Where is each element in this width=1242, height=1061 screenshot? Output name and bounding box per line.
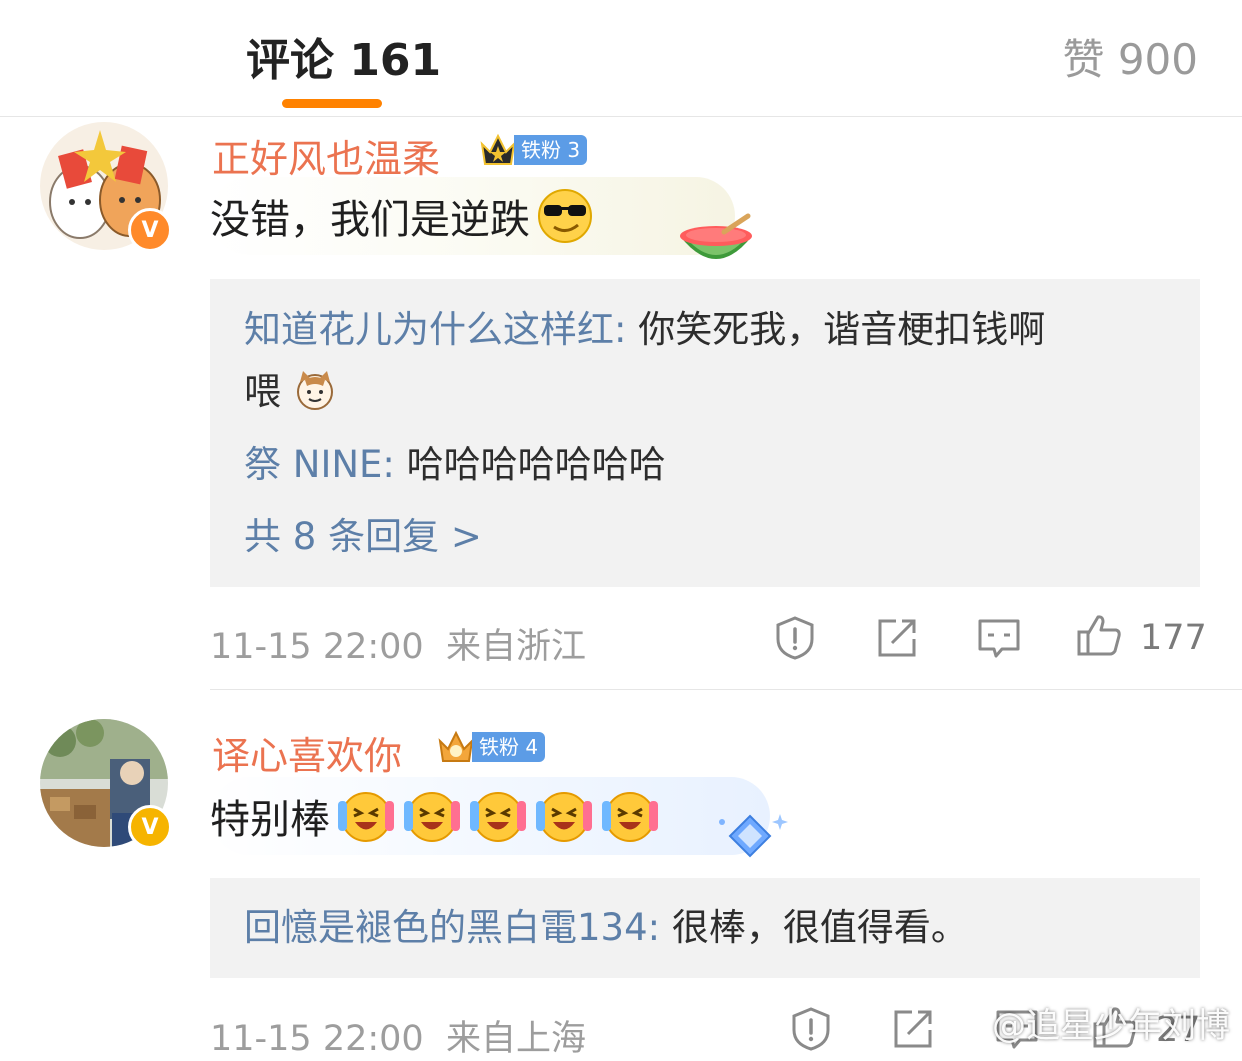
comment-username[interactable]: 正好风也温柔 (212, 128, 440, 183)
laughing-cry-emoji-icon (602, 792, 658, 842)
comment-text: 特别棒 (210, 797, 330, 843)
reply-text-cont: 喂 (244, 370, 281, 413)
reply-item[interactable]: 祭 NINE: 哈哈哈哈哈哈哈 (244, 436, 666, 494)
crown-icon (438, 730, 474, 762)
comment-bubble: 特别棒 (210, 777, 770, 855)
watermark: @追星少年刘博 (992, 1006, 1230, 1046)
reply-list[interactable]: 知道花儿为什么这样红: 你笑死我，谐音梗扣钱啊 喂 祭 NINE: 哈哈哈哈哈哈… (210, 279, 1200, 587)
cool-sunglasses-emoji-icon (538, 189, 592, 243)
comment-tabs-bar: 评论 161 赞 900 (0, 0, 1242, 117)
reply-item[interactable]: 知道花儿为什么这样红: 你笑死我，谐音梗扣钱啊 (244, 301, 1045, 359)
crown-icon (480, 133, 516, 165)
verified-badge-icon: V (128, 805, 172, 849)
comment-username[interactable]: 译心喜欢你 (212, 725, 402, 780)
reply-username[interactable]: 祭 NINE (244, 443, 382, 486)
reply-separator: : (382, 443, 407, 486)
laughing-cry-emoji-icon (338, 792, 394, 842)
like-thumb-icon[interactable] (1076, 612, 1122, 658)
tab-active-indicator (282, 99, 382, 108)
cat-face-emoji-icon (296, 371, 333, 410)
report-shield-icon[interactable] (788, 1006, 834, 1052)
report-shield-icon[interactable] (772, 615, 818, 661)
emoji-group (336, 787, 666, 845)
reply-username[interactable]: 回憶是褪色的黑白電134 (244, 906, 648, 949)
avatar[interactable]: V (40, 122, 172, 252)
fan-badge[interactable]: 铁粉 4 (436, 730, 546, 764)
share-icon[interactable] (874, 615, 920, 661)
comment-bubble: 没错，我们是逆跌 (210, 177, 735, 255)
reply-text: 哈哈哈哈哈哈哈 (406, 443, 666, 486)
fan-badge-label: 铁粉 3 (514, 135, 588, 165)
comment-time: 11-15 22:00 (210, 627, 424, 667)
diamond-icon (719, 814, 788, 858)
reply-item-continuation: 喂 (244, 363, 337, 421)
reply-username[interactable]: 知道花儿为什么这样红 (244, 308, 614, 351)
comment-location: 来自浙江 (445, 627, 586, 667)
comment-meta: 11-15 22:00 来自上海 (210, 1010, 586, 1061)
reply-separator: : (614, 308, 639, 351)
reply-text: 很棒，很值得看。 (671, 906, 968, 949)
reply-item[interactable]: 回憶是褪色的黑白電134: 很棒，很值得看。 (244, 899, 968, 957)
comment-divider (210, 689, 1242, 690)
reply-list[interactable]: 回憶是褪色的黑白電134: 很棒，很值得看。 (210, 878, 1200, 978)
comment-time: 11-15 22:00 (210, 1019, 424, 1059)
view-more-replies-link[interactable]: 共 8 条回复 > (244, 508, 482, 566)
verified-badge-icon: V (128, 208, 172, 252)
comment-meta: 11-15 22:00 来自浙江 (210, 618, 586, 669)
avatar[interactable]: V (40, 719, 172, 849)
comment-location: 来自上海 (445, 1019, 586, 1059)
fan-badge-label: 铁粉 4 (472, 732, 546, 762)
tab-comments[interactable]: 评论 161 (246, 24, 441, 88)
comment-icon[interactable] (976, 615, 1022, 661)
laughing-cry-emoji-icon (404, 792, 460, 842)
reply-separator: : (647, 906, 672, 949)
watermelon-icon (680, 213, 752, 259)
like-count: 177 (1140, 618, 1207, 658)
comment-text: 没错，我们是逆跌 (210, 197, 530, 243)
fan-badge[interactable]: 铁粉 3 (478, 133, 588, 167)
tab-likes[interactable]: 赞 900 (1062, 26, 1198, 87)
share-icon[interactable] (890, 1006, 936, 1052)
laughing-cry-emoji-icon (470, 792, 526, 842)
laughing-cry-emoji-icon (536, 792, 592, 842)
reply-text: 你笑死我，谐音梗扣钱啊 (638, 308, 1046, 351)
